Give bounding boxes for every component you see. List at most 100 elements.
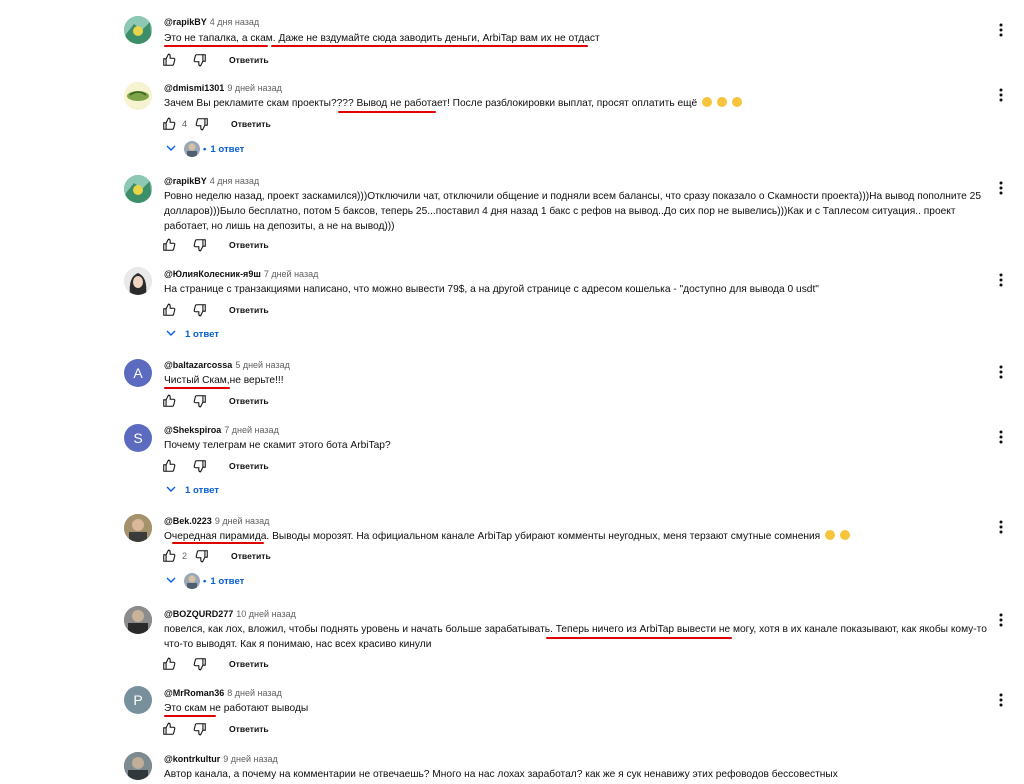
reply-button[interactable]: Ответить [231,119,271,129]
timestamp[interactable]: 4 дня назад [210,17,259,27]
reply-button[interactable]: Ответить [229,724,269,734]
smile-emoji-icon [716,97,727,107]
author-name[interactable]: @rapikBY [164,17,207,27]
author-name[interactable]: @BOZQURD277 [164,609,233,619]
author-name[interactable]: @Bek.0223 [164,516,212,526]
replies-toggle[interactable]: 1 ответ [166,482,219,498]
timestamp[interactable]: 4 дня назад [210,176,259,186]
comment-header: @MrRoman36 8 дней назад [164,688,282,698]
more-options-icon[interactable] [996,429,1006,445]
like-icon[interactable] [162,657,176,671]
author-name[interactable]: @ЮлияКолесник-я9ш [164,269,261,279]
comment-text: На странице с транзакциями написано, что… [164,284,819,295]
avatar[interactable]: P [124,686,152,714]
replies-count: 1 ответ [210,143,245,155]
reply-button[interactable]: Ответить [229,55,269,65]
like-icon[interactable] [162,303,176,317]
like-icon[interactable] [162,459,176,473]
reply-button[interactable]: Ответить [229,396,269,406]
like-icon[interactable] [162,238,176,252]
red-underline [338,111,436,113]
dislike-icon[interactable] [193,394,207,408]
more-options-icon[interactable] [996,180,1006,196]
like-icon[interactable] [162,722,176,736]
comment-actions: Ответить [162,302,269,318]
author-name[interactable]: @MrRoman36 [164,688,224,698]
avatar[interactable] [124,606,152,634]
more-options-icon[interactable] [996,692,1006,708]
unamused-emoji-icon [825,530,836,540]
dislike-icon[interactable] [193,657,207,671]
comment-text: Ровно неделю назад, проект заскамился)))… [164,191,981,232]
author-name[interactable]: @kontrkultur [164,754,220,764]
more-options-icon[interactable] [996,519,1006,535]
avatar[interactable] [124,514,152,542]
comment-header: @rapikBY 4 дня назад [164,176,259,186]
like-icon[interactable] [162,53,176,67]
timestamp[interactable]: 7 дней назад [224,425,279,435]
timestamp[interactable]: 10 дней назад [236,609,296,619]
red-underline [271,45,588,47]
comment-text-content: Зачем Вы рекламите скам проекты???? Выво… [164,98,698,109]
replies-count: 1 ответ [210,575,245,587]
author-name[interactable]: @dmismi1301 [164,83,224,93]
timestamp[interactable]: 7 дней назад [264,269,319,279]
avatar[interactable] [124,16,152,44]
dislike-icon[interactable] [193,53,207,67]
reply-button[interactable]: Ответить [229,461,269,471]
more-options-icon[interactable] [996,22,1006,38]
comment-text: Это не тапалка, а скам. Даже не вздумайт… [164,33,600,44]
comment-header: @rapikBY 4 дня назад [164,17,259,27]
avatar[interactable] [124,82,152,110]
avatar[interactable] [124,752,152,780]
replies-toggle[interactable]: • 1 ответ [166,573,244,589]
comment-header: @Bek.0223 9 дней назад [164,516,269,526]
avatar[interactable]: S [124,424,152,452]
like-icon[interactable] [162,117,176,131]
author-name[interactable]: @baltazarcossa [164,360,232,370]
timestamp[interactable]: 9 дней назад [215,516,270,526]
timestamp[interactable]: 9 дней назад [227,83,282,93]
reply-author-avatar [184,141,200,157]
reply-button[interactable]: Ответить [229,659,269,669]
more-options-icon[interactable] [996,364,1006,380]
timestamp[interactable]: 5 дней назад [235,360,290,370]
red-underline [164,387,230,389]
reply-author-avatar [184,573,200,589]
author-name[interactable]: @Shekspiroa [164,425,221,435]
reply-button[interactable]: Ответить [231,551,271,561]
red-underline [172,542,264,544]
author-name[interactable]: @rapikBY [164,176,207,186]
more-options-icon[interactable] [996,612,1006,628]
replies-toggle[interactable]: 1 ответ [166,326,219,342]
replies-toggle[interactable]: • 1 ответ [166,141,244,157]
separator-dot: • [203,143,207,155]
replies-count: 1 ответ [185,484,219,496]
avatar[interactable] [124,267,152,295]
like-count: 4 [182,119,188,129]
dislike-icon[interactable] [193,303,207,317]
comment-actions: Ответить [162,237,269,253]
chevron-down-icon [166,575,176,588]
like-icon[interactable] [162,394,176,408]
reply-button[interactable]: Ответить [229,305,269,315]
smile-emoji-icon [731,97,742,107]
dislike-icon[interactable] [193,722,207,736]
reply-button[interactable]: Ответить [229,240,269,250]
avatar[interactable]: A [124,359,152,387]
comment-actions: Ответить [162,393,269,409]
avatar[interactable] [124,175,152,203]
timestamp[interactable]: 8 дней назад [227,688,282,698]
comment-header: @dmismi1301 9 дней назад [164,83,282,93]
dislike-icon[interactable] [193,459,207,473]
comment-text: Очередная пирамида. Выводы морозят. На о… [164,529,994,544]
dislike-icon[interactable] [195,549,209,563]
chevron-down-icon [166,328,176,341]
dislike-icon[interactable] [193,238,207,252]
more-options-icon[interactable] [996,87,1006,103]
more-options-icon[interactable] [996,272,1006,288]
timestamp[interactable]: 9 дней назад [223,754,278,764]
like-icon[interactable] [162,549,176,563]
avatar-letter: P [133,692,143,708]
dislike-icon[interactable] [195,117,209,131]
